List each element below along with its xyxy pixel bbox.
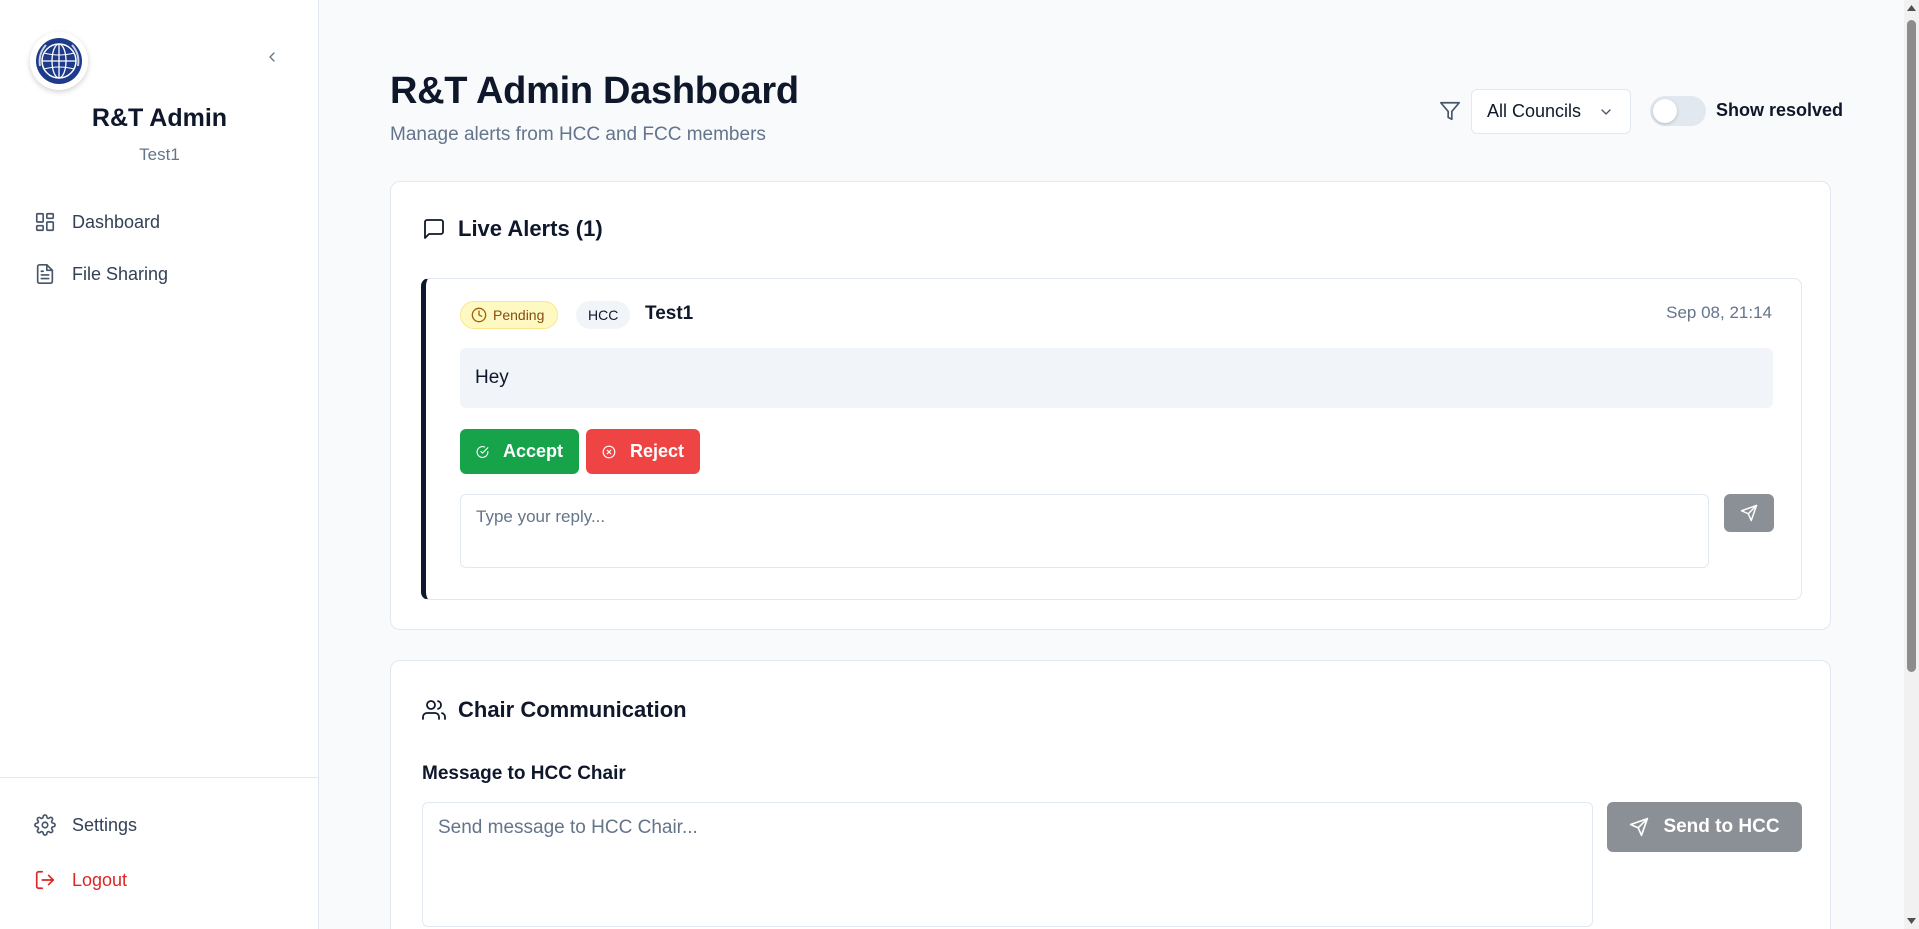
live-alerts-card: Live Alerts (1) Pending HCC Test1 Sep 08… [390,181,1831,630]
filter-icon [1440,101,1460,121]
sidebar-divider [0,777,319,778]
x-circle-icon [602,445,616,458]
layout-grid-icon [35,212,55,232]
live-alerts-heading: Live Alerts (1) [422,216,603,242]
send-icon [1740,504,1758,522]
globe-emblem-icon [36,38,82,84]
logo [30,32,88,90]
live-alerts-title: Live Alerts (1) [458,216,603,241]
app-root: R&T Admin Test1 Dashboard File Sharing S… [0,0,1919,929]
sidebar-item-label: Logout [72,869,128,890]
status-badge-label: Pending [493,307,545,323]
toggle-knob [1653,99,1677,123]
send-to-hcc-button[interactable]: Send to HCC [1607,802,1802,852]
chevron-left-icon [269,52,275,62]
file-text-icon [36,264,54,284]
logout-icon [35,870,55,890]
reject-button[interactable]: Reject [586,429,700,474]
message-square-icon [424,219,444,239]
sidebar-item-logout[interactable]: Logout [34,865,127,895]
accept-button-label: Accept [502,441,563,461]
gear-icon [34,814,56,836]
send-icon [1630,817,1649,837]
scroll-up-arrow-icon[interactable] [1904,0,1919,16]
chair-communication-title: Chair Communication [458,697,687,722]
vertical-scrollbar[interactable] [1904,0,1919,929]
alert-timestamp: Sep 08, 21:14 [1666,303,1772,322]
scrollbar-thumb[interactable] [1907,20,1916,672]
alert-sender: Test1 [645,303,694,324]
sidebar-item-label: File Sharing [72,263,169,284]
clock-icon [471,307,487,323]
page-subtitle: Manage alerts from HCC and FCC members [390,124,766,145]
accept-button[interactable]: Accept [460,429,579,474]
sidebar-title: R&T Admin [91,104,228,132]
sidebar-item-dashboard[interactable]: Dashboard [34,207,160,237]
council-badge: HCC [576,301,631,329]
sidebar: R&T Admin Test1 Dashboard File Sharing S… [0,0,319,929]
show-resolved-toggle[interactable] [1650,96,1706,126]
send-reply-button[interactable] [1724,494,1774,532]
page-title: R&T Admin Dashboard [390,70,799,112]
sidebar-username: Test1 [139,145,180,164]
council-filter-select[interactable]: All Councils [1471,89,1631,134]
council-filter-value: All Councils [1487,101,1582,121]
hcc-chair-message-textarea[interactable]: Send message to HCC Chair... [422,802,1593,927]
show-resolved-label: Show resolved [1716,100,1844,120]
users-icon [422,700,446,720]
sidebar-item-label: Settings [72,814,138,835]
send-to-hcc-label: Send to HCC [1663,816,1780,837]
chevron-down-icon [1601,109,1611,115]
chair-communication-heading: Chair Communication [422,697,687,723]
check-circle-icon [476,445,489,458]
sidebar-item-settings[interactable]: Settings [34,810,137,840]
reply-textarea[interactable]: Type your reply... [460,494,1709,568]
status-badge: Pending [460,301,559,329]
scroll-down-arrow-icon[interactable] [1904,913,1919,929]
alert-message: Hey [460,348,1773,408]
collapse-sidebar-button[interactable] [259,44,285,70]
hcc-chair-label: Message to HCC Chair [422,763,626,784]
alert-item: Pending HCC Test1 Sep 08, 21:14 Hey Acce… [421,278,1802,600]
reject-button-label: Reject [629,441,684,461]
sidebar-item-label: Dashboard [72,211,161,232]
chair-communication-card: Chair Communication Message to HCC Chair… [390,660,1831,929]
sidebar-item-file-sharing[interactable]: File Sharing [34,259,168,289]
